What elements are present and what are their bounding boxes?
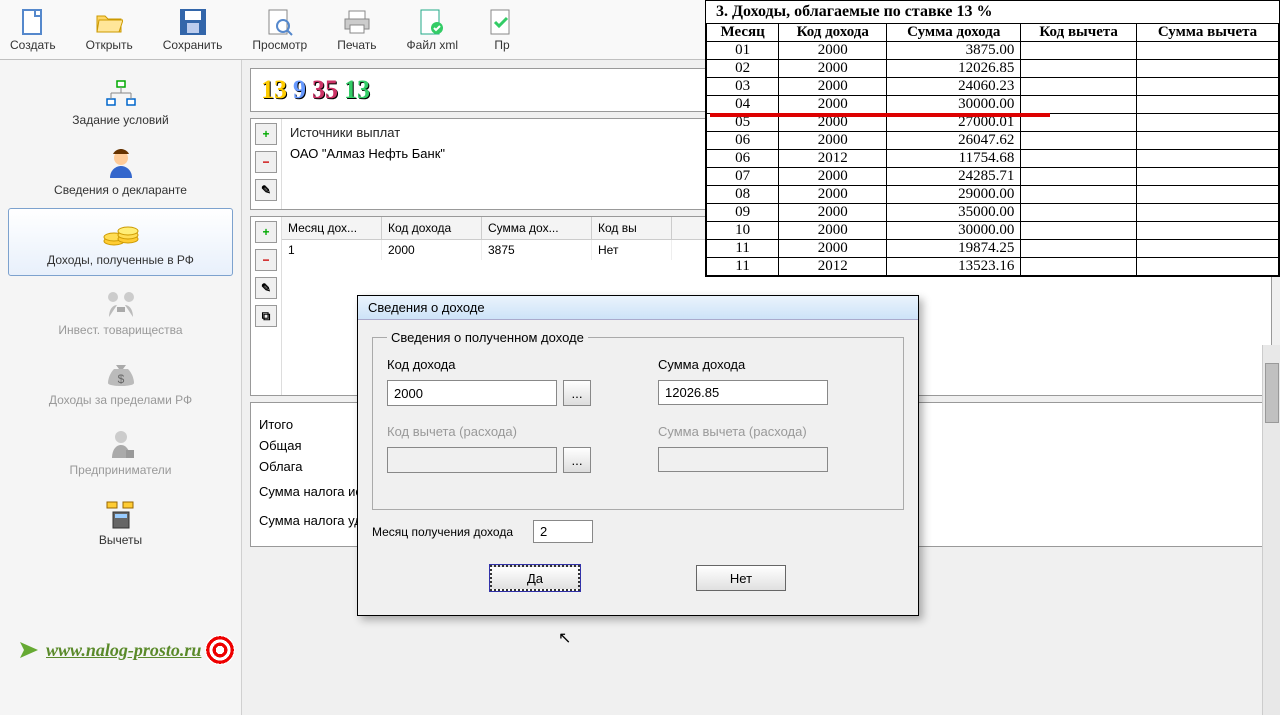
vertical-scrollbar[interactable] [1262,345,1280,715]
sidebar-item-income-abroad: $Доходы за пределами РФ [8,348,233,416]
deduction-lookup-button: ... [563,447,591,473]
xml-file-icon [418,8,446,36]
col-sum: Сумма дох... [482,217,592,239]
open-button[interactable]: Открыть [86,4,133,55]
dialog-title: Сведения о доходе [358,296,918,320]
person-icon [101,147,141,181]
preview-button[interactable]: Просмотр [252,4,307,55]
folder-open-icon [95,8,123,36]
sidebar-item-deductions[interactable]: Вычеты [8,488,233,556]
deduction-code-input [387,447,557,473]
edit-income-button[interactable]: ✎ [255,277,277,299]
doc-row: 06200026047.62 [707,132,1279,150]
create-button[interactable]: Создать [10,4,56,55]
col-deduction: Код вы [592,217,672,239]
doc-row: 10200030000.00 [707,222,1279,240]
handshake-icon [101,287,141,321]
new-file-icon [19,8,47,36]
col-code: Код дохода [382,217,482,239]
save-button[interactable]: Сохранить [163,4,223,55]
doc-row: 07200024285.71 [707,168,1279,186]
navigation-sidebar: Задание условий Сведения о декларанте До… [0,60,242,715]
doc-row: 04200030000.00 [707,96,1279,114]
doc-row: 11200019874.25 [707,240,1279,258]
remove-income-button[interactable]: − [255,249,277,271]
income-dialog: Сведения о доходе Сведения о полученном … [357,295,919,616]
deduction-sum-input [658,447,828,472]
rate-9-tab[interactable]: 9 [293,75,306,105]
code-label: Код дохода [387,357,618,372]
income-sum-input[interactable] [658,380,828,405]
hierarchy-icon [101,77,141,111]
sidebar-item-entrepreneur: Предприниматели [8,418,233,486]
edit-source-button[interactable]: ✎ [255,179,277,201]
sum-label: Сумма дохода [658,357,889,372]
dart-icon [18,640,42,660]
filexml-button[interactable]: Файл xml [407,4,459,55]
save-icon [179,8,207,36]
deduction-code-label: Код вычета (расхода) [387,424,618,439]
yes-button[interactable]: Да [490,565,580,591]
copy-income-button[interactable]: ⧉ [255,305,277,327]
add-source-button[interactable]: + [255,123,277,145]
doc-row: 09200035000.00 [707,204,1279,222]
remove-source-button[interactable]: − [255,151,277,173]
deduction-sum-label: Сумма вычета (расхода) [658,424,889,439]
money-bag-icon: $ [101,357,141,391]
income-code-input[interactable] [387,380,557,406]
doc-row: 08200029000.00 [707,186,1279,204]
rate-35-tab[interactable]: 35 [312,75,338,105]
target-icon [205,635,235,665]
rate-13b-tab[interactable]: 13 [344,75,370,105]
watermark: www.nalog-prosto.ru [18,635,235,665]
check-icon [488,8,516,36]
doc-row: 02200012026.85 [707,60,1279,78]
no-button[interactable]: Нет [696,565,786,591]
sidebar-item-income-rf[interactable]: Доходы, полученные в РФ [8,208,233,276]
col-month: Месяц дох... [282,217,382,239]
check-button[interactable]: Пр [488,4,516,55]
month-input[interactable] [533,520,593,543]
reference-table: МесяцКод доходаСумма доходаКод вычетаСум… [706,23,1279,276]
month-label: Месяц получения дохода [372,525,513,539]
doc-row: 06201211754.68 [707,150,1279,168]
cursor-icon: ↖ [558,628,571,648]
coins-icon [101,217,141,251]
code-lookup-button[interactable]: ... [563,380,591,406]
preview-icon [266,8,294,36]
print-button[interactable]: Печать [337,4,376,55]
rate-13-tab[interactable]: 13 [261,75,287,105]
businessman-icon [101,427,141,461]
add-income-button[interactable]: + [255,221,277,243]
sidebar-item-declarant[interactable]: Сведения о декларанте [8,138,233,206]
reference-document: 3. Доходы, облагаемые по ставке 13 % Мес… [705,0,1280,277]
calculator-icon [101,497,141,531]
print-icon [343,8,371,36]
highlight-line [710,113,1050,117]
doc-row: 0120003875.00 [707,42,1279,60]
doc-row: 11201213523.16 [707,258,1279,276]
doc-row: 03200024060.23 [707,78,1279,96]
scroll-thumb[interactable] [1265,363,1279,423]
svg-text:$: $ [117,372,124,386]
sidebar-item-conditions[interactable]: Задание условий [8,68,233,136]
sidebar-item-invest: Инвест. товарищества [8,278,233,346]
